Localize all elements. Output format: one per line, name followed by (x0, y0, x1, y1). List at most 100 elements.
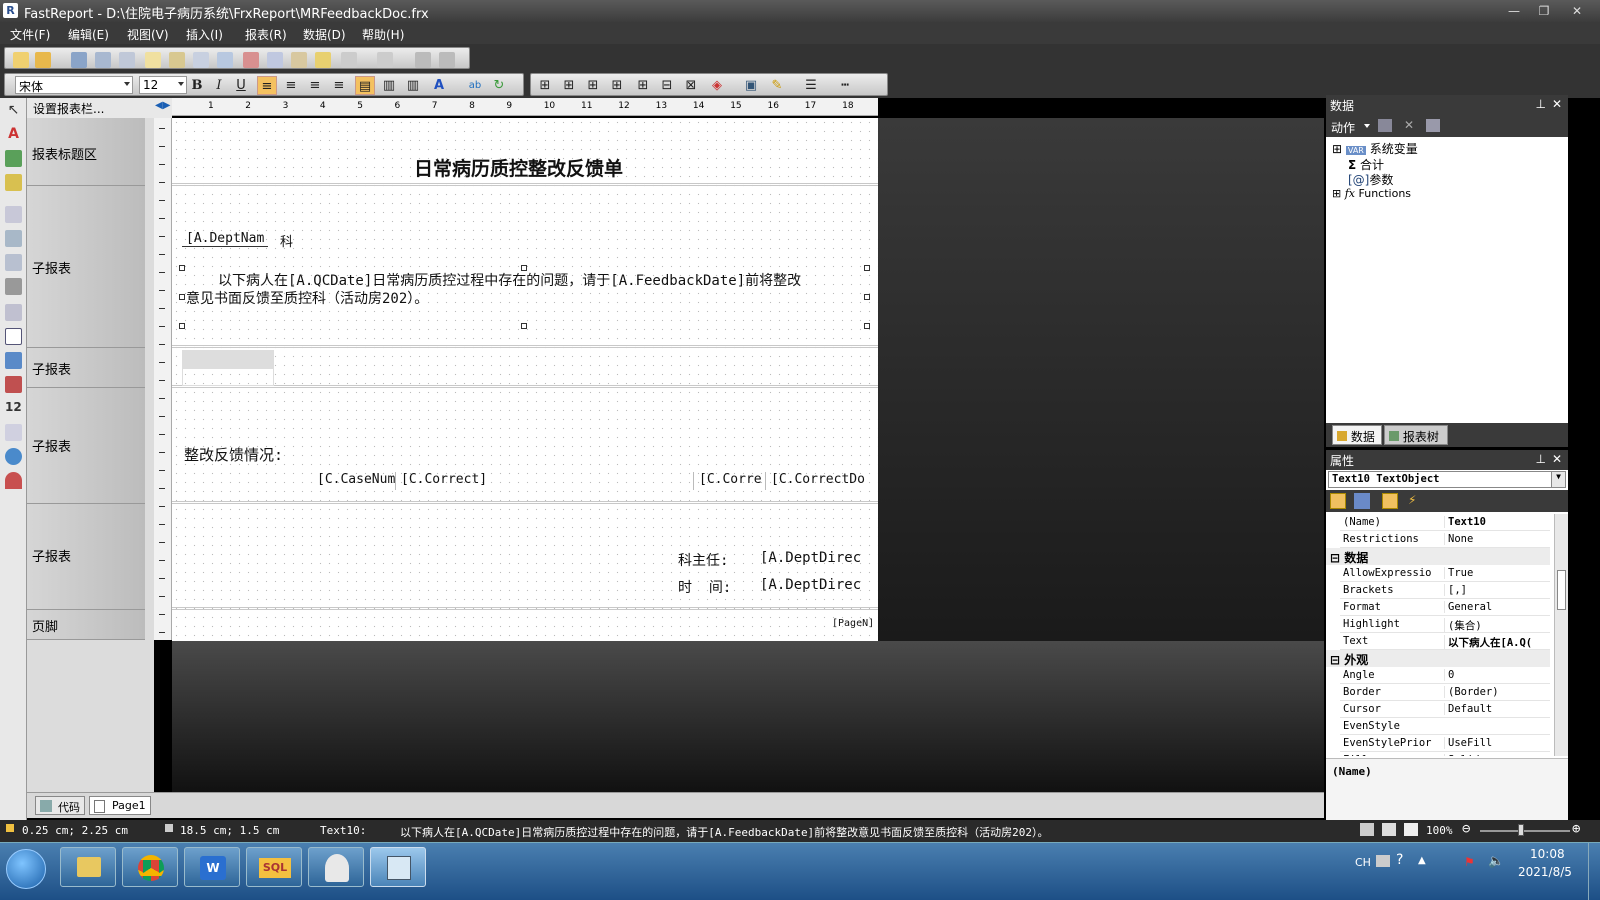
valign-middle-button[interactable]: ▥ (379, 76, 399, 95)
dept-suffix[interactable]: 科 (280, 231, 293, 250)
property-row[interactable]: Restrictions None (1340, 531, 1550, 548)
property-category[interactable]: ⊟ 数据 (1326, 548, 1550, 565)
cellular-text-icon[interactable] (5, 424, 22, 441)
property-value[interactable]: [,] (1444, 584, 1554, 596)
zoom-page-icon[interactable] (1360, 823, 1374, 836)
alphabetical-icon[interactable] (1354, 493, 1370, 509)
shape-icon[interactable] (5, 174, 22, 191)
report-title-band[interactable]: 日常病历质控整改反馈单 (172, 118, 878, 186)
close-icon[interactable]: ✕ (1552, 452, 1562, 466)
picture-icon[interactable] (5, 150, 22, 167)
highlight-icon[interactable]: ab (465, 76, 485, 95)
copy-icon[interactable] (267, 52, 283, 68)
property-value[interactable]: Text10 (1444, 516, 1554, 528)
col-case-num[interactable]: [C.CaseNum (314, 472, 396, 490)
collapse-icon[interactable]: ◀▶ (155, 100, 170, 111)
input-language[interactable]: CH (1355, 856, 1371, 869)
property-row[interactable]: Highlight (集合) (1340, 616, 1550, 633)
band-page-footer[interactable]: 页脚 (27, 610, 145, 640)
subreport-placeholder[interactable] (182, 350, 274, 368)
property-row[interactable]: EvenStyle (1340, 718, 1550, 735)
clock-time[interactable]: 10:08 (1530, 847, 1565, 861)
zoom-in-icon[interactable]: ⊕ (1572, 821, 1580, 837)
barcode-icon[interactable] (5, 278, 22, 295)
property-row[interactable]: Brackets [,] (1340, 582, 1550, 599)
gauge-icon[interactable] (5, 472, 22, 489)
page-number-field[interactable]: [PageN] (832, 618, 874, 629)
ungroup-icon[interactable] (439, 52, 455, 68)
dept-name-field[interactable]: [A.DeptNam (182, 231, 269, 247)
properties-icon[interactable] (1382, 493, 1398, 509)
taskbar-chrome[interactable] (122, 847, 178, 887)
director-field[interactable]: [A.DeptDirec (760, 550, 861, 566)
volume-muted-icon[interactable]: 🔈 (1488, 854, 1504, 869)
property-row[interactable]: Format General (1340, 599, 1550, 616)
menu-insert[interactable]: 插入(I) (186, 26, 223, 43)
body-text-line-2[interactable]: 意见书面反馈至质控科（活动房202）。 (186, 288, 428, 308)
line-width-button[interactable]: ☰ (801, 76, 821, 95)
selection-handle[interactable] (179, 294, 185, 300)
menu-edit[interactable]: 编辑(E) (68, 26, 109, 43)
menu-data[interactable]: 数据(D) (303, 26, 346, 43)
show-hidden-icon[interactable]: ▲ (1418, 855, 1426, 866)
border-right-button[interactable]: ⊞ (607, 76, 627, 95)
tree-functions[interactable]: ⊞ fx Functions (1332, 187, 1411, 200)
new-report-icon[interactable] (13, 52, 29, 68)
new-page-icon[interactable] (145, 52, 161, 68)
paste-icon[interactable] (291, 52, 307, 68)
text-color-button[interactable]: A (429, 76, 449, 95)
border-top-button[interactable]: ⊞ (535, 76, 555, 95)
property-value[interactable]: True (1444, 567, 1554, 579)
border-bottom-button[interactable]: ⊞ (559, 76, 579, 95)
subreport-band-4[interactable]: 科主任: [A.DeptDirec 时 间: [A.DeptDirec (172, 504, 878, 610)
edit-icon[interactable] (1378, 119, 1392, 132)
property-value[interactable]: 0 (1444, 669, 1554, 681)
table-icon[interactable] (5, 230, 22, 247)
map-icon[interactable] (5, 448, 22, 465)
tab-data[interactable]: 数据 (1332, 425, 1382, 445)
taskbar-wps[interactable]: W (184, 847, 240, 887)
property-row[interactable]: Cursor Default (1340, 701, 1550, 718)
property-row[interactable]: FillSolid (1340, 752, 1550, 756)
matrix-icon[interactable] (5, 254, 22, 271)
zoom-slider-track[interactable] (1480, 830, 1570, 832)
rotate-icon[interactable]: ↻ (489, 76, 509, 95)
save-icon[interactable] (71, 52, 87, 68)
property-value[interactable]: None (1444, 533, 1554, 545)
selection-handle[interactable] (864, 265, 870, 271)
tree-parameters[interactable]: [@]参数 (1348, 171, 1393, 188)
valign-top-button[interactable]: ▤ (355, 76, 375, 95)
pointer-icon[interactable]: ↖ (5, 102, 22, 119)
line-color-button[interactable]: ✎ (767, 76, 787, 95)
subreport-band-1[interactable]: [A.DeptNam 科 以下病人在[A.QCDate]日常病历质控过程中存在的… (172, 186, 878, 348)
page-setup-icon[interactable] (217, 52, 233, 68)
property-value[interactable]: Solid (1444, 754, 1554, 756)
band-subreport-1[interactable]: 子报表 (27, 186, 145, 348)
italic-button[interactable]: I (209, 76, 229, 95)
redo-icon[interactable] (377, 52, 393, 68)
menu-report[interactable]: 报表(R) (245, 26, 287, 43)
open-icon[interactable] (35, 52, 51, 68)
tab-report-tree[interactable]: 报表树 (1384, 425, 1448, 445)
group-icon[interactable] (415, 52, 431, 68)
selection-handle[interactable] (179, 323, 185, 329)
zoom-width-icon[interactable] (1382, 823, 1396, 836)
tab-page1[interactable]: Page1 (89, 796, 151, 815)
start-button[interactable] (6, 849, 46, 889)
property-scrollbar[interactable] (1554, 514, 1568, 756)
property-value[interactable]: 以下病人在[A.Q( (1444, 635, 1554, 650)
save-all-icon[interactable] (95, 52, 111, 68)
property-row[interactable]: Text 以下病人在[A.Q( (1340, 633, 1550, 650)
font-size-select[interactable]: 12 (139, 76, 187, 94)
align-left-button[interactable]: ≡ (257, 76, 277, 95)
property-value[interactable]: UseFill (1444, 737, 1554, 749)
col-correct-2[interactable]: [C.Corre (696, 472, 766, 490)
valign-bottom-button[interactable]: ▥ (403, 76, 423, 95)
format-painter-icon[interactable] (315, 52, 331, 68)
delete-icon[interactable]: ✕ (1404, 118, 1414, 132)
border-edit-button[interactable]: ⊠ (681, 76, 701, 95)
border-none-button[interactable]: ⊟ (657, 76, 677, 95)
undo-icon[interactable] (341, 52, 357, 68)
report-page[interactable]: 日常病历质控整改反馈单 [A.DeptNam 科 以下病人在[A.QCDate]… (172, 118, 878, 641)
selection-handle[interactable] (521, 323, 527, 329)
